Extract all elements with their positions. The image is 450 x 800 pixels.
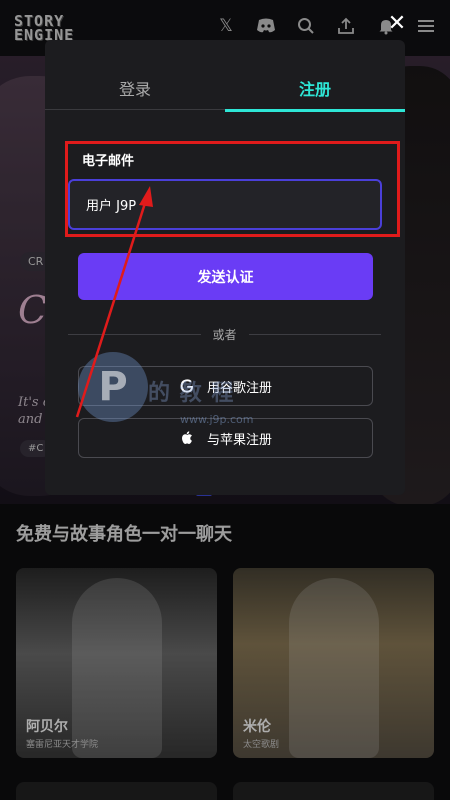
divider-line	[68, 333, 201, 335]
watermark-url: www.j9p.com	[180, 413, 254, 426]
apple-icon	[179, 430, 195, 446]
tab-register[interactable]: 注册	[225, 40, 405, 112]
annotation-highlight-box	[65, 141, 400, 237]
divider-line	[248, 333, 382, 335]
apple-signup-label: 与苹果注册	[206, 432, 272, 448]
close-icon[interactable]: ✕	[384, 10, 410, 36]
auth-modal: 登录 注册 电子邮件 发送认证 或者 用谷歌注册 与苹果注册	[45, 40, 405, 495]
watermark-text: 的 教 程	[148, 381, 235, 406]
watermark-logo: P	[78, 352, 148, 422]
or-text: 或者	[212, 327, 237, 342]
auth-tabs: 登录 注册	[45, 40, 405, 112]
tab-login[interactable]: 登录	[45, 40, 225, 110]
or-divider: 或者	[68, 325, 382, 343]
send-verification-button[interactable]: 发送认证	[78, 253, 373, 300]
